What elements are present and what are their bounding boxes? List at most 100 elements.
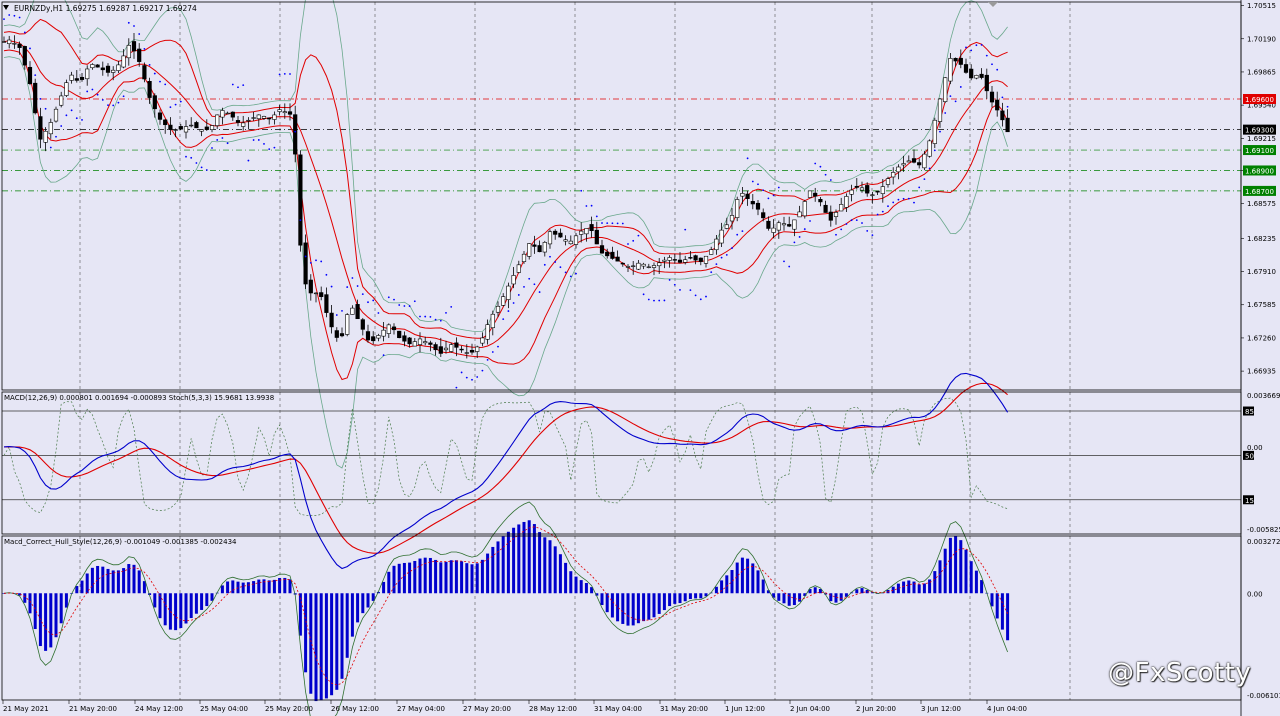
sar-dot-6	[34, 74, 37, 77]
x-tick-label-9: 31 May 04:00	[594, 705, 642, 713]
candle-body-34	[178, 126, 183, 130]
candle-body-0	[1, 41, 7, 43]
hull-bar-73	[382, 581, 386, 594]
hull-bar-175	[912, 581, 916, 594]
sar-dot-173	[902, 197, 905, 200]
hull-bar-15	[80, 580, 84, 594]
sar-dot-3	[18, 16, 21, 19]
trading-chart[interactable]: 85 50 15 0.003669 0.00 -0.005825 0.003272 0.00…	[0, 0, 1280, 716]
candle-body-138	[719, 229, 724, 244]
sar-dot-35	[185, 155, 187, 158]
sar-dot-4	[23, 31, 26, 34]
sar-dot-56	[294, 130, 297, 133]
sar-dot-7	[39, 97, 42, 100]
candle-body-69	[360, 319, 365, 330]
level-tag-3: 1.68900	[1245, 167, 1274, 175]
candle-body-28	[147, 81, 152, 98]
hull-bar-94	[491, 546, 495, 594]
candle-body-52	[272, 114, 277, 120]
candle-body-167	[870, 194, 875, 196]
sar-dot-104	[543, 263, 546, 266]
candle-body-94	[490, 313, 495, 329]
candle-body-54	[282, 111, 287, 114]
candle-body-73	[381, 329, 386, 337]
candle-body-59	[308, 279, 313, 294]
sar-dot-81	[424, 315, 427, 318]
sar-dot-12	[65, 114, 68, 117]
candle-body-97	[506, 285, 511, 300]
hull-y-label-0: 0.003272	[1247, 538, 1280, 546]
sar-dot-174	[907, 197, 910, 200]
candle-body-43	[225, 112, 230, 115]
sar-dot-139	[725, 254, 728, 256]
candle-body-35	[183, 126, 189, 133]
sar-dot-106	[554, 261, 557, 263]
candle-body-63	[329, 312, 334, 328]
sar-dot-97	[507, 310, 510, 312]
sar-dot-132	[689, 289, 692, 292]
candle-body-32	[168, 124, 173, 130]
candle-154	[802, 199, 807, 219]
candle-body-99	[516, 264, 521, 273]
hull-bar-69	[361, 593, 365, 614]
hull-y-label-2: -0.006101	[1247, 692, 1280, 700]
y-tick-label-2: 1.69865	[1247, 68, 1276, 76]
hull-bar-84	[439, 562, 443, 594]
candle-body-110	[573, 235, 579, 245]
candle-body-124	[646, 266, 651, 268]
y-tick-label-11: 1.66935	[1247, 368, 1276, 376]
sar-dot-186	[970, 49, 973, 52]
hull-bar-62	[324, 593, 328, 699]
hull-bar-132	[688, 593, 692, 600]
sar-dot-159	[829, 179, 832, 181]
hull-bar-108	[564, 562, 568, 594]
hull-bar-134	[699, 593, 703, 599]
candle-body-139	[724, 224, 729, 229]
candle-body-117	[610, 251, 615, 259]
hull-bar-14	[75, 586, 79, 594]
sar-dot-33	[174, 103, 177, 106]
hull-bar-121	[631, 593, 635, 626]
candle-body-186	[969, 68, 974, 79]
candle-body-102	[532, 244, 537, 247]
y-tick-label-10: 1.67260	[1247, 334, 1276, 342]
candle-body-23	[121, 55, 126, 68]
candle-body-15	[79, 76, 85, 80]
sar-dot-171	[892, 201, 895, 204]
sar-dot-138	[720, 256, 723, 259]
hull-bar-65	[340, 593, 344, 679]
sar-dot-98	[512, 302, 515, 304]
candle-body-76	[397, 330, 402, 339]
sar-dot-89	[465, 376, 468, 379]
x-tick-label-15: 4 Jun 04:00	[987, 705, 1027, 713]
hull-bar-181	[943, 548, 947, 594]
candle-body-148	[771, 227, 776, 233]
hull-bar-80	[418, 558, 422, 594]
candle-body-101	[527, 243, 532, 257]
candle-body-159	[828, 211, 833, 221]
candle-body-96	[501, 296, 506, 306]
sar-dot-118	[616, 222, 619, 225]
hull-bar-140	[730, 570, 734, 594]
candle-body-135	[703, 255, 709, 264]
candle-body-105	[547, 231, 553, 245]
candle-body-24	[126, 44, 131, 59]
sar-dot-192	[1001, 96, 1004, 99]
candle-body-77	[402, 335, 407, 342]
sar-dot-44	[231, 83, 234, 86]
x-tick-label-5: 26 May 12:00	[331, 705, 379, 713]
candle-body-180	[937, 98, 943, 122]
hull-bar-125	[652, 593, 656, 618]
candle-body-142	[740, 193, 745, 197]
sar-dot-188	[980, 43, 983, 46]
candle-body-36	[189, 124, 194, 127]
hull-bar-60	[314, 593, 318, 702]
hull-bar-48	[252, 581, 256, 594]
macd-y-label-1: 0.00	[1247, 444, 1263, 452]
hull-bar-20	[106, 568, 110, 594]
x-tick-label-12: 2 Jun 04:00	[790, 705, 830, 713]
sar-dot-0	[3, 18, 5, 21]
stoch-level-tag-1: 50	[1245, 452, 1254, 460]
candle-body-3	[17, 43, 22, 48]
hull-bar-57	[298, 593, 302, 636]
